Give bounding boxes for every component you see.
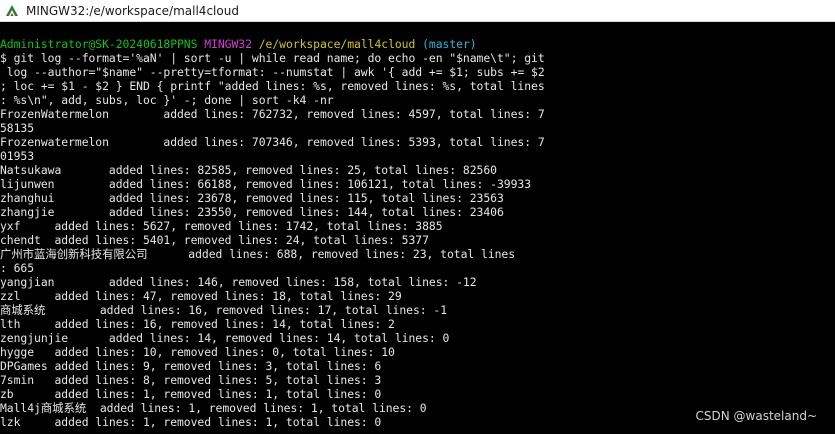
window-title: MINGW32:/e/workspace/mall4cloud <box>26 3 239 18</box>
output-line: zengjunjie added lines: 14, removed line… <box>0 331 450 345</box>
window-titlebar[interactable]: MINGW32:/e/workspace/mall4cloud <box>0 0 835 22</box>
command-output: $ git log --format='%aN' | sort -u | whi… <box>0 51 835 429</box>
output-line: 58135 <box>0 121 35 135</box>
output-line: Natsukawa added lines: 82585, removed li… <box>0 163 497 177</box>
output-line: FrozenWatermelon added lines: 762732, re… <box>0 107 545 121</box>
output-line: 商城系统 added lines: 16, removed lines: 17,… <box>0 303 448 317</box>
output-line: yangjian added lines: 146, removed lines… <box>0 275 477 289</box>
output-line: lth added lines: 16, removed lines: 14, … <box>0 317 395 331</box>
output-line: hygge added lines: 10, removed lines: 0,… <box>0 345 395 359</box>
prompt-branch: (master) <box>422 37 477 51</box>
output-line: 广州市蓝海创新科技有限公司 added lines: 688, removed … <box>0 247 516 261</box>
mingw-terminal-icon <box>5 4 19 18</box>
output-line: log --author="$name" --pretty=tformat: -… <box>0 65 545 79</box>
output-line: chendt added lines: 5401, removed lines:… <box>0 233 429 247</box>
output-line: lijunwen added lines: 66188, removed lin… <box>0 177 532 191</box>
prompt-system: MINGW32 <box>204 37 252 51</box>
prompt-path: /e/workspace/mall4cloud <box>258 37 416 51</box>
output-line: zb added lines: 1, removed lines: 1, tot… <box>0 387 382 401</box>
output-line: 01953 <box>0 149 35 163</box>
output-line: : %s\n", add, subs, loc }' -; done | sor… <box>0 93 334 107</box>
csdn-watermark: CSDN @wasteland~ <box>695 409 818 423</box>
output-line: : 665 <box>0 261 35 275</box>
terminal-output[interactable]: Administrator@SK-20240618PPNS MINGW32 /e… <box>0 37 835 434</box>
output-line: zhanghui added lines: 23678, removed lin… <box>0 191 504 205</box>
output-line: $ git log --format='%aN' | sort -u | whi… <box>0 51 545 65</box>
output-line: 7smin added lines: 8, removed lines: 5, … <box>0 373 382 387</box>
output-line: DPGames added lines: 9, removed lines: 3… <box>0 359 382 373</box>
output-line: zzl added lines: 47, removed lines: 18, … <box>0 289 402 303</box>
output-line: yxf added lines: 5627, removed lines: 17… <box>0 219 443 233</box>
output-line: zhangjie added lines: 23550, removed lin… <box>0 205 504 219</box>
prompt-user-host: Administrator@SK-20240618PPNS <box>0 37 198 51</box>
output-line: ; loc += $1 - $2 } END { printf "added l… <box>0 79 545 93</box>
output-line: Frozenwatermelon added lines: 707346, re… <box>0 135 545 149</box>
prompt-line: Administrator@SK-20240618PPNS MINGW32 /e… <box>0 37 835 51</box>
